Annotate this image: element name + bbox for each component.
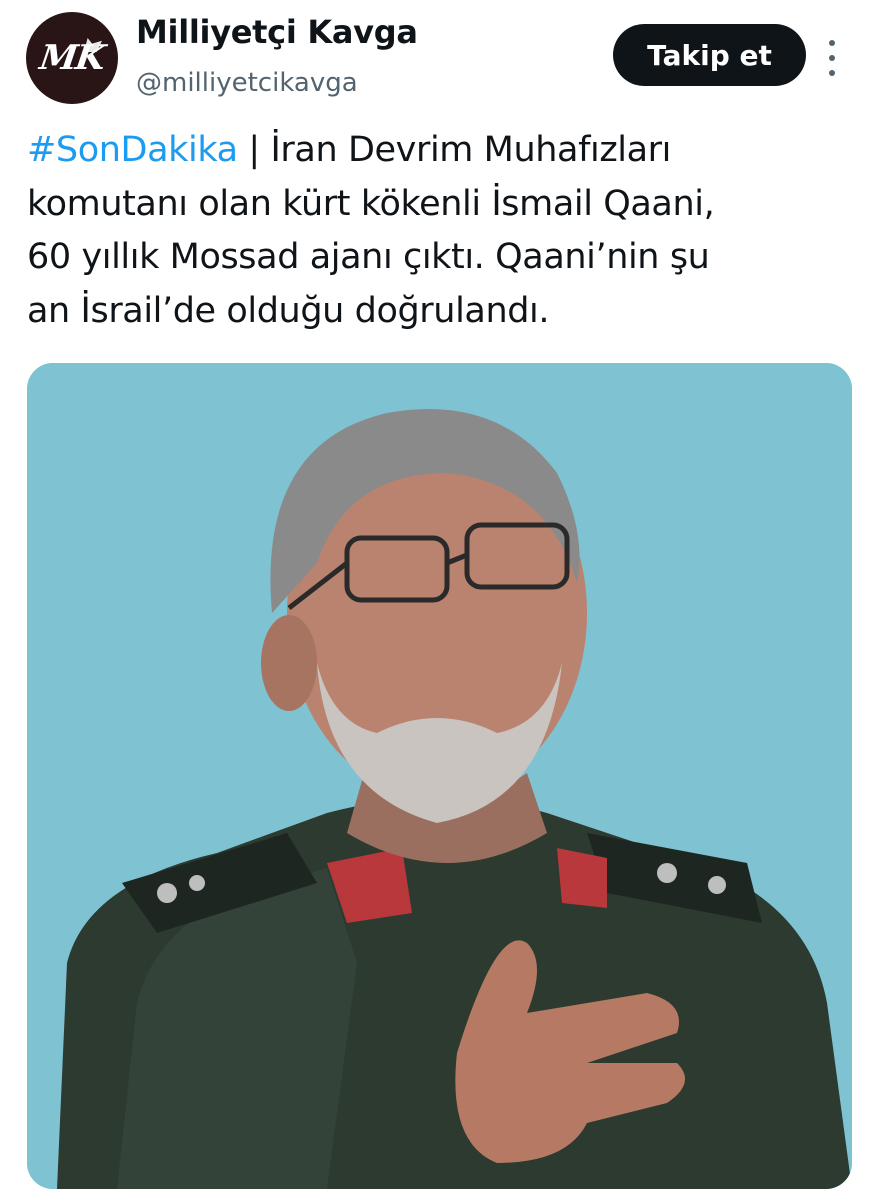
display-name[interactable]: Milliyetçi Kavga <box>136 13 418 51</box>
hashtag-link[interactable]: #SonDakika <box>27 130 238 170</box>
user-handle[interactable]: @milliyetcikavga <box>136 68 358 98</box>
more-vertical-icon[interactable] <box>826 40 838 76</box>
tweet-line-text: İran Devrim Muhafızları <box>270 130 671 170</box>
portrait-illustration <box>27 363 852 1189</box>
avatar[interactable]: MK <box>26 12 118 104</box>
tweet-text: #SonDakika | İran Devrim Muhafızları kom… <box>27 124 837 338</box>
tweet-line-4: an İsrail’de olduğu doğrulandı. <box>27 290 550 331</box>
separator: | <box>237 130 271 170</box>
tweet-image[interactable] <box>27 363 852 1189</box>
tweet-line-1: #SonDakika | İran Devrim Muhafızları <box>27 124 837 178</box>
tweet-line-3: 60 yıllık Mossad ajanı çıktı. Qaani’nin … <box>27 237 710 277</box>
tweet-card: MK Milliyetçi Kavga @milliyetcikavga Tak… <box>0 0 879 1200</box>
follow-button[interactable]: Takip et <box>613 24 806 86</box>
tweet-line-2: komutanı olan kürt kökenli İsmail Qaani, <box>27 183 715 224</box>
